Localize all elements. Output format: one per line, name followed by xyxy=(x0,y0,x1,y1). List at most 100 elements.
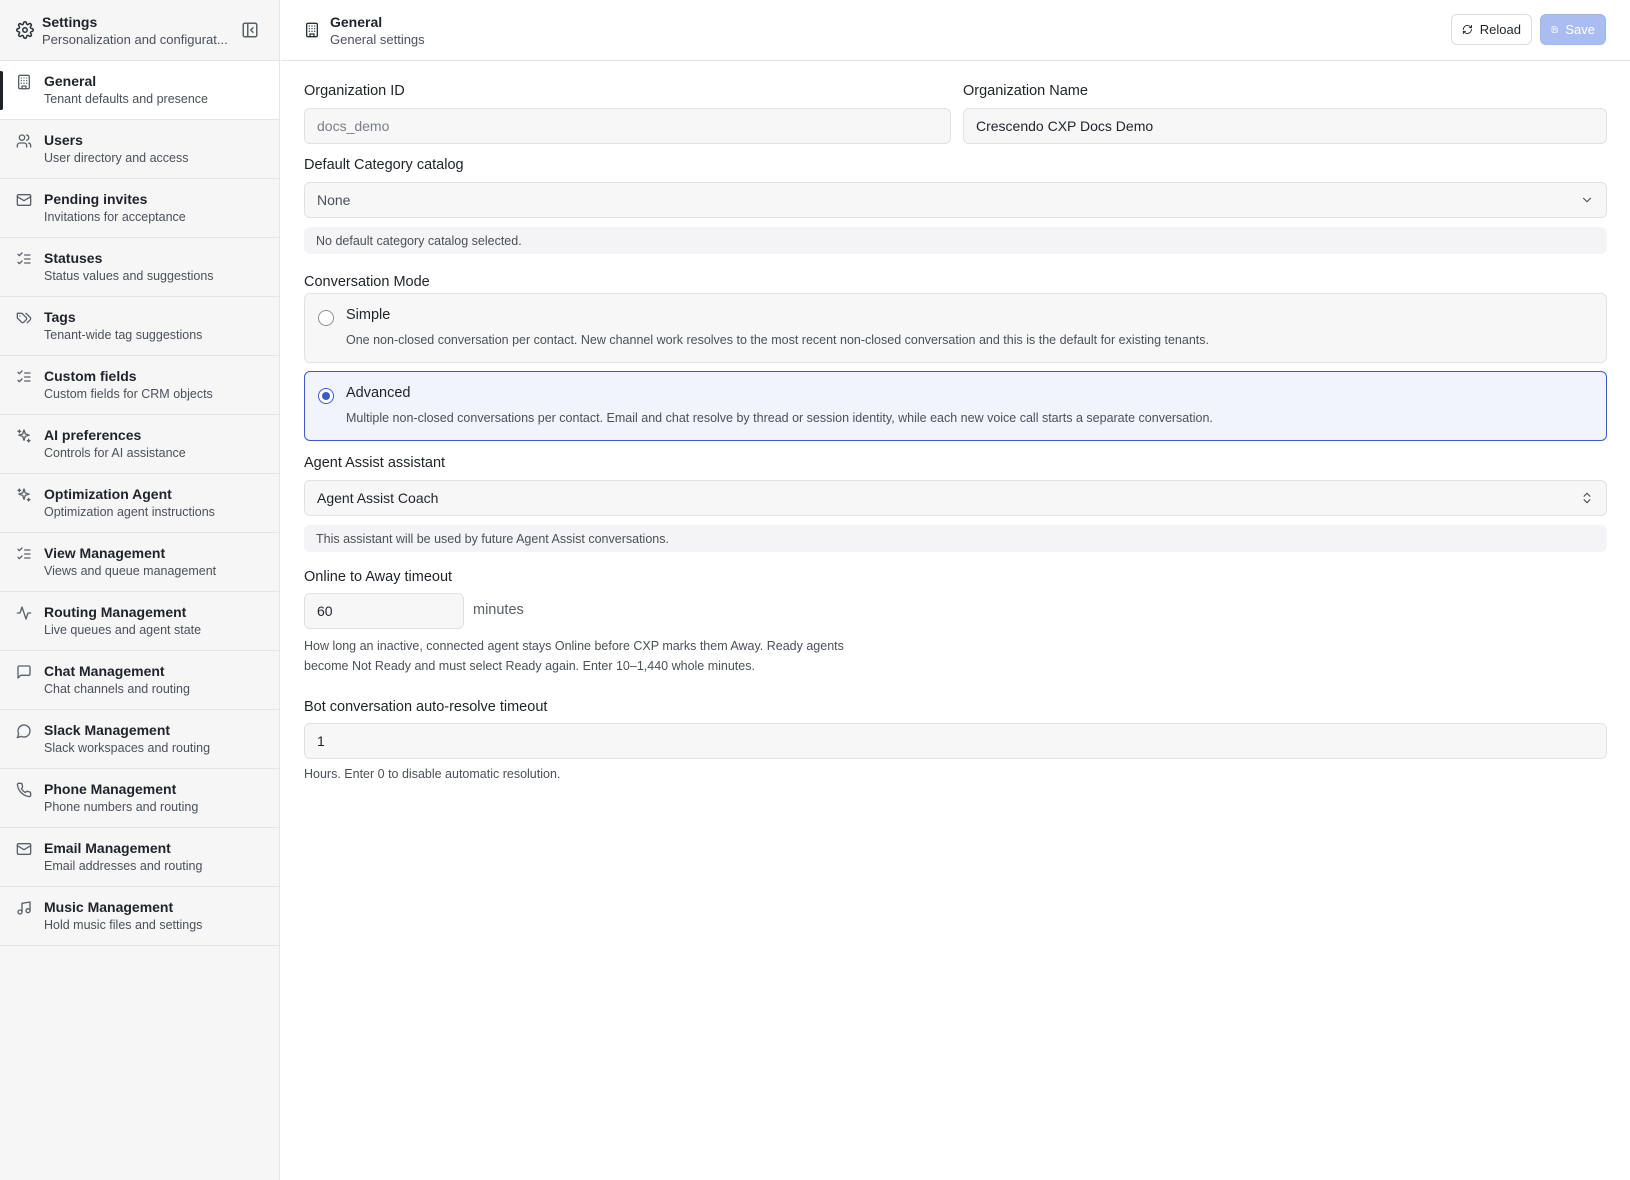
sidebar-item-label: Email Management xyxy=(44,840,171,856)
away-timeout-label: Online to Away timeout xyxy=(304,569,453,585)
list-checks-icon xyxy=(17,252,31,265)
category-help-text: No default category catalog selected. xyxy=(316,233,522,248)
sidebar-item-desc: Hold music files and settings xyxy=(44,918,203,932)
save-button[interactable]: Save xyxy=(1540,14,1606,45)
list-checks-icon xyxy=(17,547,31,560)
advanced-radio[interactable] xyxy=(318,388,334,404)
sparkles-icon xyxy=(17,429,31,443)
agent-assist-value: Agent Assist Coach xyxy=(317,490,439,506)
away-timeout-input[interactable]: 60 xyxy=(304,593,464,629)
gear-icon xyxy=(16,21,34,39)
mode-title: Advanced xyxy=(346,385,411,401)
sidebar-item-general[interactable]: General Tenant defaults and presence xyxy=(0,61,279,120)
sidebar-item-desc: Slack workspaces and routing xyxy=(44,741,211,755)
sidebar-item-desc: Controls for AI assistance xyxy=(44,446,186,460)
refresh-icon xyxy=(1462,25,1472,34)
bot-timeout-value: 1 xyxy=(317,733,325,749)
sidebar-item-music-management[interactable]: Music Management Hold music files and set… xyxy=(0,887,279,946)
sidebar-item-label: AI preferences xyxy=(44,427,142,443)
mode-desc: One non-closed conversation per contact.… xyxy=(346,333,1209,347)
sidebar-item-label: Music Management xyxy=(44,899,174,915)
org-name-field[interactable]: Crescendo CXP Docs Demo xyxy=(963,108,1607,144)
sidebar-item-view-management[interactable]: View Management Views and queue managemen… xyxy=(0,533,279,592)
mode-title: Simple xyxy=(346,307,391,323)
sidebar-item-label: Statuses xyxy=(44,250,103,266)
message-square-icon xyxy=(17,665,31,679)
mode-desc: Multiple non-closed conversations per co… xyxy=(346,411,1213,425)
org-name-label: Organization Name xyxy=(963,83,1088,99)
sidebar-item-label: Pending invites xyxy=(44,191,148,207)
org-id-label: Organization ID xyxy=(304,83,405,99)
reload-button[interactable]: Reload xyxy=(1451,14,1532,45)
org-id-value: docs_demo xyxy=(317,118,390,134)
list-checks-icon xyxy=(17,370,31,383)
sidebar-item-pending-invites[interactable]: Pending invites Invitations for acceptanc… xyxy=(0,179,279,238)
category-help: No default category catalog selected. xyxy=(304,227,1607,254)
sidebar-item-desc: Chat channels and routing xyxy=(44,682,190,696)
agent-assist-select[interactable]: Agent Assist Coach xyxy=(304,480,1607,516)
away-help-line: become Not Ready and must select Ready a… xyxy=(304,659,755,673)
category-value: None xyxy=(317,192,351,208)
sidebar-item-desc: Tenant defaults and presence xyxy=(44,92,209,106)
agent-assist-label: Agent Assist assistant xyxy=(304,455,446,471)
music-icon xyxy=(17,901,31,915)
sidebar-item-desc: Phone numbers and routing xyxy=(44,800,199,814)
sidebar-item-custom-fields[interactable]: Custom fields Custom fields for CRM objec… xyxy=(0,356,279,415)
page-title: General xyxy=(330,13,383,30)
away-timeout-suffix: minutes xyxy=(473,602,524,618)
page-header: General General settings Reload Save xyxy=(281,0,1630,61)
sidebar-item-label: Chat Management xyxy=(44,663,165,679)
bot-timeout-help: Hours. Enter 0 to disable automatic reso… xyxy=(304,767,561,781)
sidebar-item-desc: Invitations for acceptance xyxy=(44,210,186,224)
building-icon xyxy=(18,74,30,90)
save-icon xyxy=(1551,26,1558,33)
activity-icon xyxy=(16,606,32,620)
mode-option-advanced[interactable]: Advanced Multiple non-closed conversatio… xyxy=(304,371,1607,441)
sidebar-nav: General Tenant defaults and presence User… xyxy=(0,61,279,946)
sidebar-item-tags[interactable]: Tags Tenant-wide tag suggestions xyxy=(0,297,279,356)
sidebar-item-label: Routing Management xyxy=(44,604,187,620)
reload-label: Reload xyxy=(1479,22,1521,37)
chevrons-up-down-icon xyxy=(1583,492,1591,504)
phone-icon xyxy=(16,782,32,798)
mail-icon xyxy=(16,843,32,855)
sidebar-item-label: Optimization Agent xyxy=(44,486,172,502)
sidebar-item-chat-management[interactable]: Chat Management Chat channels and routing xyxy=(0,651,279,710)
sidebar-item-slack-management[interactable]: Slack Management Slack workspaces and rou… xyxy=(0,710,279,769)
sidebar-item-label: Users xyxy=(44,132,83,148)
sidebar-item-phone-management[interactable]: Phone Management Phone numbers and routin… xyxy=(0,769,279,828)
category-select[interactable]: None xyxy=(304,182,1607,218)
collapse-sidebar-icon[interactable] xyxy=(241,21,259,39)
sidebar-item-desc: Tenant-wide tag suggestions xyxy=(44,328,203,342)
sidebar-item-routing-management[interactable]: Routing Management Live queues and agent … xyxy=(0,592,279,651)
sidebar-item-users[interactable]: Users User directory and access xyxy=(0,120,279,179)
sidebar-item-desc: User directory and access xyxy=(44,151,189,165)
users-icon xyxy=(16,134,32,148)
sidebar-item-label: Tags xyxy=(44,309,76,325)
sidebar-item-email-management[interactable]: Email Management Email addresses and rout… xyxy=(0,828,279,887)
away-timeout-help: How long an inactive, connected agent st… xyxy=(304,636,944,676)
sidebar-item-label: General xyxy=(44,73,97,89)
away-help-line: How long an inactive, connected agent st… xyxy=(304,639,844,653)
org-name-value: Crescendo CXP Docs Demo xyxy=(976,118,1154,134)
sidebar-item-label: Custom fields xyxy=(44,368,137,384)
tags-icon xyxy=(16,312,32,324)
mode-option-simple[interactable]: Simple One non-closed conversation per c… xyxy=(304,293,1607,363)
mail-icon xyxy=(16,194,32,206)
sidebar-subtitle: Personalization and configurat... xyxy=(42,31,227,47)
category-label: Default Category catalog xyxy=(304,157,464,173)
sidebar-item-statuses[interactable]: Statuses Status values and suggestions xyxy=(0,238,279,297)
bot-timeout-input[interactable]: 1 xyxy=(304,723,1607,759)
simple-radio[interactable] xyxy=(318,310,334,326)
conversation-mode-label: Conversation Mode xyxy=(304,274,430,290)
message-circle-icon xyxy=(16,724,31,739)
sparkles-icon xyxy=(17,488,31,502)
bot-timeout-label: Bot conversation auto-resolve timeout xyxy=(304,699,548,715)
sidebar-item-ai-preferences[interactable]: AI preferences Controls for AI assistance xyxy=(0,415,279,474)
building-icon xyxy=(306,22,318,38)
settings-sidebar: Settings Personalization and configurat.… xyxy=(0,0,280,1180)
agent-assist-help-text: This assistant will be used by future Ag… xyxy=(316,531,669,546)
sidebar-item-optimization-agent[interactable]: Optimization Agent Optimization agent ins… xyxy=(0,474,279,533)
sidebar-item-desc: Live queues and agent state xyxy=(44,623,202,637)
org-id-field: docs_demo xyxy=(304,108,951,144)
